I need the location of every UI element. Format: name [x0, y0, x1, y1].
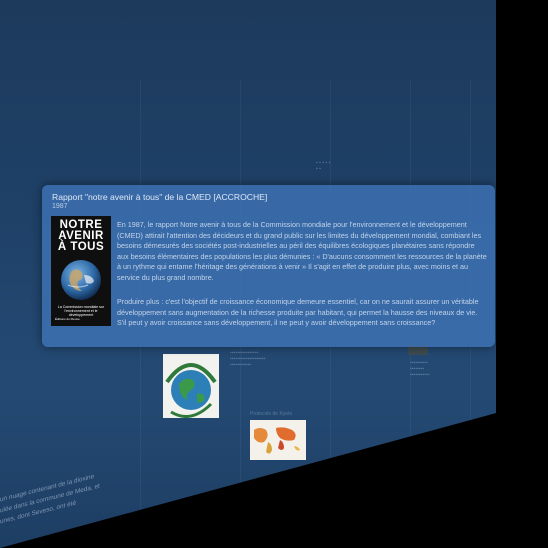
book-cover-image[interactable]: NOTRE AVENIR À TOUS La Commission mondia…	[51, 216, 111, 326]
popup-paragraph-2-text: Produire plus : c'est l'objectif de croi…	[117, 297, 479, 328]
faint-event-text: ▪▪▪▪▪▪▪▪▪▪▪▪▪▪▪▪ ▪▪▪▪▪▪▪▪▪▪▪▪▪▪▪▪▪▪▪▪ ▪▪▪▪…	[230, 350, 266, 368]
popup-paragraph-1: En 1987, le rapport Notre avenir à tous …	[117, 220, 487, 282]
earth-globe-icon	[61, 260, 101, 300]
timeline-tick: 2010	[396, 443, 410, 453]
faint-event-label[interactable]: ▪ ▪ ▪ ▪ ▪ ▪ ▪	[316, 160, 330, 172]
timeline-tick: 1980	[210, 506, 224, 516]
event-detail-popup[interactable]: Rapport "notre avenir à tous" de la CMED…	[42, 185, 495, 347]
cover-title: NOTRE AVENIR À TOUS	[51, 219, 111, 253]
cover-subtitle: La Commission mondiale sur l'environneme…	[57, 305, 105, 318]
map-caption: Protocole de Kyoto	[250, 411, 293, 417]
timeline-tick: 1990	[286, 482, 300, 492]
popup-title: Rapport "notre avenir à tous" de la CMED…	[52, 192, 268, 202]
popup-year: 1987	[52, 203, 68, 210]
background-edge	[496, 0, 548, 548]
cover-title-line: AVENIR	[58, 229, 104, 242]
cover-title-line: À TOUS	[57, 240, 105, 253]
timeline-tick: 2020	[436, 428, 450, 438]
popup-paragraph-2: Produire plus : c'est l'objectif de croi…	[117, 297, 487, 329]
world-map-thumbnail[interactable]	[250, 420, 306, 460]
earth-summit-logo[interactable]	[163, 354, 219, 418]
faint-event-text: ▪▪▪▪▪▪▪▪▪▪ ▪▪▪▪▪▪▪▪ ▪▪▪▪▪▪▪▪▪▪▪	[410, 360, 430, 378]
cover-publisher: Éditions du Fleuve	[55, 317, 80, 321]
timeline-tick: 2000	[346, 460, 360, 470]
timeline-left-snippet: un nuage contenant de la dioxine ulée da…	[0, 470, 100, 528]
